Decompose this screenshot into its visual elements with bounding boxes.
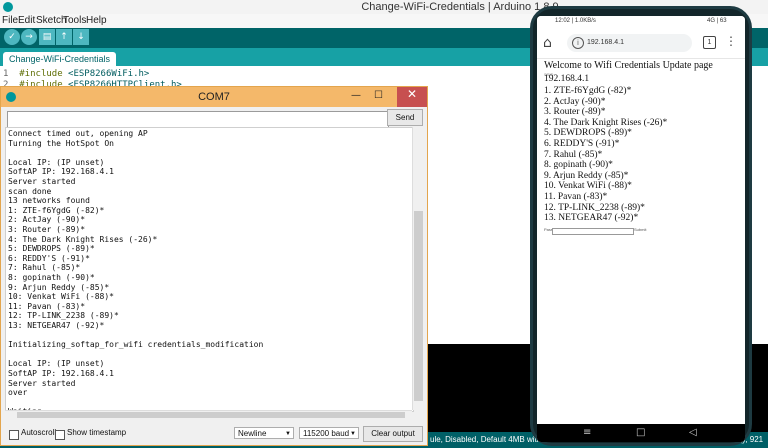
baud-rate-value: 115200 baud (303, 429, 350, 438)
network-item: 2. ActJay (-90)* (544, 96, 606, 107)
menu-tools[interactable]: Tools (63, 15, 86, 26)
timestamp-label: Show timestamp (67, 428, 127, 437)
chevron-down-icon: ▼ (350, 431, 356, 437)
menu-edit[interactable]: Edit (18, 15, 35, 26)
serial-output-line: Server started (8, 177, 76, 186)
network-item: 4. The Dark Knight Rises (-26)* (544, 117, 668, 128)
serial-titlebar: COM7 — ☐ ✕ (1, 87, 427, 107)
serial-output-line: 3: Router (-89)* (8, 225, 86, 234)
browser-toolbar: ⌂ i 192.168.4.1 1 ⋮ (537, 30, 745, 59)
network-item: 6. REDDY'S (-91)* (544, 139, 620, 149)
tab-change-wifi-credentials[interactable]: Change-WiFi-Credentials (3, 52, 117, 66)
serial-output-line: Turning the HotSpot On (8, 138, 114, 148)
menu-file[interactable]: File (2, 15, 18, 26)
chevron-down-icon: ▼ (285, 431, 291, 437)
serial-output-line: 10: Venkat WiFi (-88)* (8, 292, 114, 302)
network-item: 5. DEWDROPS (-89)* (544, 128, 632, 139)
network-item: 13. NETGEAR47 (-92)* (544, 213, 639, 224)
home-icon[interactable]: ⌂ (543, 35, 552, 51)
scrollbar-thumb[interactable] (414, 211, 423, 401)
network-item: 1. ZTE-f6YgdG (-82)* (544, 86, 632, 96)
serial-output-line: 1: ZTE-f6YgdG (-82)* (8, 205, 105, 215)
network-item: 11. Pavan (-83)* (544, 192, 608, 202)
recents-icon[interactable]: ≡ (583, 427, 591, 438)
serial-monitor-window: COM7 — ☐ ✕ Send Connect timed out, openi… (0, 86, 428, 446)
address-bar[interactable]: i 192.168.4.1 (567, 34, 692, 52)
network-item: 3. Router (-89)* (544, 107, 606, 118)
network-item: 12. TP-LINK_2238 (-89)* (544, 202, 645, 213)
serial-output-line: 9: Arjun Reddy (-85)* (8, 282, 110, 292)
serial-output-line: 13: NETGEAR47 (-92)* (8, 321, 105, 330)
upload-icon[interactable]: → (21, 29, 37, 45)
ip-address: 192.168.4.1 (544, 74, 590, 84)
serial-output-line: 8: gopinath (-90)* (8, 273, 95, 282)
verify-icon[interactable]: ✓ (4, 29, 20, 45)
arduino-logo-icon (3, 2, 13, 12)
menu-help[interactable]: Help (86, 15, 107, 26)
code-line: 1 #include <ESP8266WiFi.h> (3, 69, 149, 79)
line-number: 1 (3, 69, 9, 79)
url-text: 192.168.4.1 (587, 39, 624, 46)
serial-send-input[interactable] (7, 111, 389, 128)
credentials-form: Pass Submit (544, 227, 744, 235)
line-ending-select[interactable]: Newline ▼ (234, 427, 294, 439)
line-ending-value: Newline (238, 429, 267, 438)
clear-output-button[interactable]: Clear output (363, 426, 423, 442)
scrollbar-thumb[interactable] (17, 412, 405, 418)
home-nav-icon[interactable]: □ (636, 427, 645, 438)
serial-output-line: Local IP: (IP unset) (8, 157, 105, 167)
serial-output-line: 6: REDDY'S (-91)* (8, 253, 90, 263)
serial-output-line: SoftAP IP: 192.168.4.1 (8, 167, 114, 177)
baud-rate-select[interactable]: 115200 baud ▼ (299, 427, 359, 439)
serial-output-line: Local IP: (IP unset) (8, 359, 105, 369)
network-item: 10. Venkat WiFi (-88)* (544, 181, 632, 192)
network-item: 8. gopinath (-90)* (544, 160, 613, 171)
serial-output-line: 7: Rahul (-85)* (8, 263, 81, 273)
serial-output-line: 4: The Dark Knight Rises (-26)* (8, 234, 158, 244)
tabs-icon[interactable]: 1 (703, 36, 716, 49)
status-signal: 4G | 63 (707, 18, 727, 24)
back-icon[interactable]: ◁ (689, 427, 697, 438)
serial-output-line: Connect timed out, opening AP (8, 129, 148, 138)
submit-button[interactable]: Submit (634, 227, 646, 232)
new-sketch-icon[interactable]: ▤ (39, 29, 55, 45)
serial-output-line: over (8, 388, 28, 398)
serial-output-line: Server started (8, 378, 76, 388)
serial-bottom-bar: Autoscroll Show timestamp Newline ▼ 11520… (1, 423, 427, 445)
serial-title: COM7 (198, 91, 230, 103)
menu-sketch[interactable]: Sketch (36, 15, 67, 26)
maximize-icon[interactable]: ☐ (374, 90, 383, 101)
serial-output-line: SoftAP IP: 192.168.4.1 (8, 369, 114, 378)
code-keyword: #include (19, 69, 63, 79)
network-item: 9. Arjun Reddy (-85)* (544, 170, 629, 181)
autoscroll-label: Autoscroll (21, 428, 57, 437)
page-title: Welcome to Wifi Credentials Update page (544, 60, 713, 71)
serial-output-line: 12: TP-LINK_2238 (-89)* (8, 311, 119, 321)
send-button[interactable]: Send (387, 109, 423, 126)
close-icon[interactable]: ✕ (397, 87, 427, 107)
serial-output-line: 2: ActJay (-90)* (8, 215, 86, 225)
open-icon[interactable]: ↑ (56, 29, 72, 45)
vertical-scrollbar[interactable] (412, 127, 424, 410)
code-string: <ESP8266WiFi.h> (68, 69, 150, 79)
autoscroll-checkbox[interactable] (9, 430, 19, 440)
save-icon[interactable]: ↓ (73, 29, 89, 45)
serial-output-line: 5: DEWDROPS (-89)* (8, 244, 95, 254)
password-input[interactable] (552, 228, 634, 235)
timestamp-checkbox[interactable] (55, 430, 65, 440)
serial-output-line: 11: Pavan (-83)* (8, 301, 86, 311)
status-time: 12:02 | 1.0KB/s (555, 18, 596, 24)
phone-navbar: ≡ □ ◁ (537, 424, 745, 442)
info-icon[interactable]: i (572, 37, 584, 49)
phone-screen: 12:02 | 1.0KB/s 4G | 63 ⌂ i 192.168.4.1 … (537, 16, 745, 442)
phone-statusbar: 12:02 | 1.0KB/s 4G | 63 (537, 16, 745, 27)
serial-output-line: 13 networks found (8, 196, 90, 206)
serial-output[interactable]: Connect timed out, opening AP Turning the… (5, 127, 414, 412)
serial-output-line: Initializing_softap_for_wifi credentials… (8, 340, 264, 350)
serial-output-line: scan done (8, 186, 52, 196)
menu-icon[interactable]: ⋮ (725, 34, 737, 48)
network-item: 7. Rahul (-85)* (544, 149, 603, 160)
horizontal-scrollbar[interactable] (5, 410, 412, 420)
minimize-icon[interactable]: — (351, 90, 361, 101)
